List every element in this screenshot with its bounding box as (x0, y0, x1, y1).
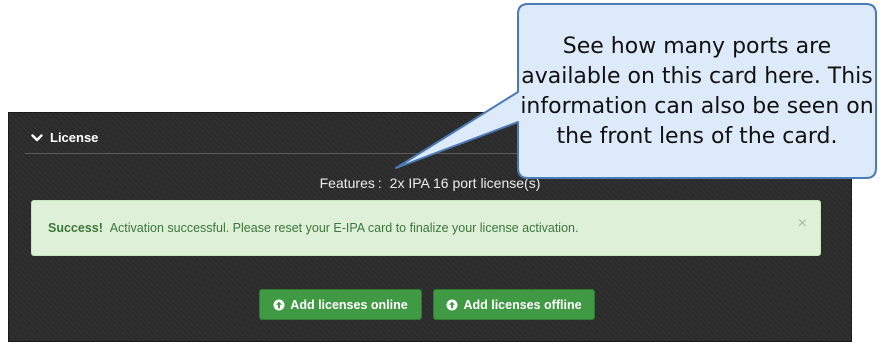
license-panel-header[interactable]: License (31, 130, 98, 145)
alert-text: Success! Activation successful. Please r… (48, 221, 578, 235)
close-icon[interactable]: × (798, 216, 807, 232)
callout-text: See how many ports are available on this… (520, 34, 874, 149)
license-panel-title: License (50, 130, 99, 145)
alert-message: Activation successful. Please reset your… (109, 221, 579, 235)
add-licenses-offline-button[interactable]: Add licenses offline (433, 289, 595, 320)
add-licenses-online-button[interactable]: Add licenses online (259, 289, 422, 320)
features-label: Features (319, 175, 375, 191)
circle-arrow-up-icon (273, 299, 285, 310)
features-separator: : (377, 175, 382, 191)
alert-strong-text: Success! (48, 221, 103, 235)
add-licenses-online-label: Add licenses online (290, 297, 408, 312)
circle-arrow-up-icon (446, 299, 458, 310)
chevron-down-icon (31, 133, 43, 141)
add-licenses-offline-label: Add licenses offline (463, 297, 582, 312)
success-alert: Success! Activation successful. Please r… (31, 200, 821, 256)
